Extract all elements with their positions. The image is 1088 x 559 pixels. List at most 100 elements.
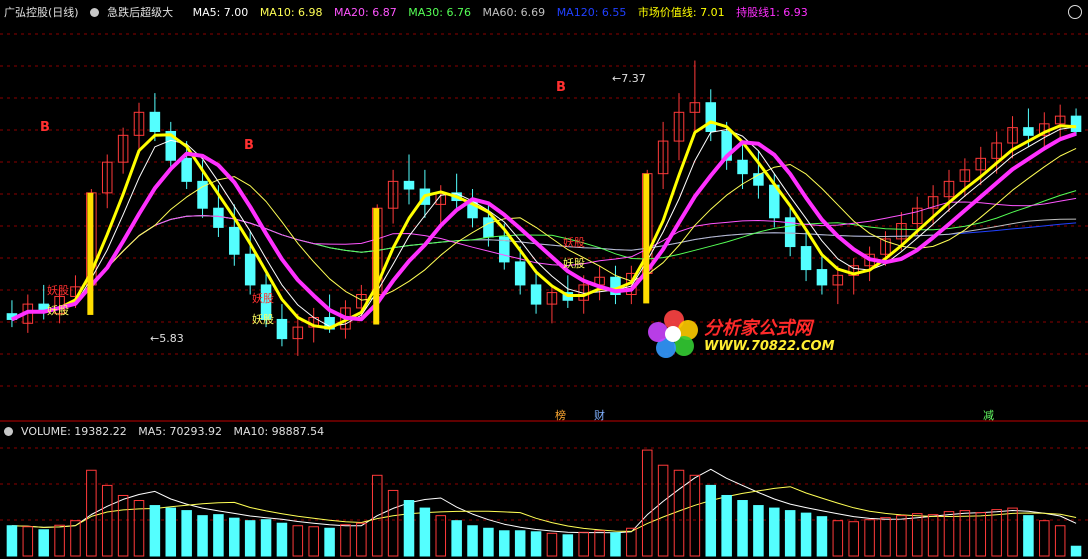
settings-circle-icon[interactable]	[90, 8, 100, 17]
high-price-value: 7.37	[621, 72, 646, 85]
signal-label-red-2: 妖股	[252, 292, 274, 305]
volume-bar	[657, 464, 669, 557]
hold-line-curve	[11, 131, 1077, 322]
volume-bar	[229, 517, 240, 557]
volume-bar	[340, 524, 351, 557]
volume-bar	[562, 534, 574, 557]
volume-bar	[324, 527, 335, 557]
signal-label-red-1: 妖股	[47, 284, 69, 297]
low-price-value: 5.83	[159, 332, 184, 345]
watermark-url: WWW.70822.COM	[704, 339, 835, 354]
signal-bar	[373, 208, 380, 325]
signal-bar	[87, 192, 94, 315]
volume-bar	[22, 526, 34, 557]
volume-bar	[880, 517, 891, 557]
volume-bar	[165, 507, 177, 557]
ma20-value: MA20: 6.87	[334, 6, 397, 19]
volume-bar	[1007, 507, 1018, 557]
volume-bar	[1054, 525, 1066, 557]
watermark-title: 分析家公式网	[704, 318, 812, 339]
candle-down	[181, 157, 192, 182]
candle-down	[213, 207, 224, 228]
volume-bar	[149, 505, 161, 557]
volume-bar	[514, 530, 526, 557]
candle-down	[149, 111, 161, 132]
volume-bar	[403, 500, 415, 557]
volume-bar	[6, 525, 18, 557]
candle-down	[530, 284, 542, 305]
volume-settings-icon[interactable]	[4, 427, 13, 436]
volume-value: VOLUME: 19382.22	[21, 425, 127, 438]
candle-down	[483, 217, 494, 238]
volume-bar	[610, 532, 621, 557]
volume-bars	[6, 449, 1082, 557]
volume-bar	[753, 505, 764, 557]
volume-bar	[896, 515, 907, 557]
volume-bar	[848, 521, 859, 557]
candle-down	[800, 246, 812, 271]
volume-bar	[578, 531, 589, 557]
volume-bar	[197, 515, 208, 557]
buy-signal-1: B	[40, 120, 50, 135]
volume-bar	[816, 516, 828, 557]
volume-bar	[387, 489, 399, 557]
ma60-value: MA60: 6.69	[482, 6, 546, 19]
candle-down	[276, 318, 288, 340]
low-price-label: ←5.83	[150, 332, 184, 345]
chart-header: 广弘控股(日线) 急跌后超级大 MA5: 7.00 MA10: 6.98 MA2…	[4, 5, 816, 21]
signal-label-yellow-1: 妖股	[47, 304, 69, 317]
volume-bar	[641, 449, 653, 557]
candlesticks	[6, 60, 1082, 356]
volume-bar	[673, 469, 685, 557]
ma10-line	[11, 147, 1077, 320]
marker-cai: 财	[594, 409, 605, 422]
candle-down	[403, 180, 415, 190]
volume-bar	[594, 530, 605, 557]
volume-bar	[181, 510, 192, 557]
candle-down	[244, 253, 256, 286]
ma120-value: MA120: 6.55	[556, 6, 627, 19]
volume-bar	[991, 509, 1002, 557]
indicator-name[interactable]: 急跌后超级大	[90, 6, 181, 19]
volume-bar	[769, 507, 780, 557]
candle-down	[1070, 115, 1082, 132]
volume-bar	[54, 524, 65, 557]
candle-down	[816, 269, 828, 286]
volume-bar	[975, 512, 987, 557]
candle-down	[737, 159, 748, 175]
ma20-line	[11, 197, 1077, 320]
volume-bar	[308, 526, 319, 557]
volume-bar	[689, 474, 701, 557]
ma5-value: MA5: 7.00	[192, 6, 249, 19]
volume-bar	[737, 500, 748, 557]
signal-label-red-3: 妖股	[563, 236, 585, 249]
stock-title[interactable]: 广弘控股(日线)	[4, 6, 79, 19]
volume-bar	[467, 525, 478, 557]
volume-bar	[244, 520, 256, 557]
volume-bar	[1039, 520, 1050, 557]
volume-bar	[959, 510, 971, 557]
volume-bar	[276, 522, 288, 557]
volume-bar	[864, 519, 875, 557]
volume-bar	[927, 514, 939, 557]
volume-ma5: MA5: 70293.92	[138, 425, 222, 438]
volume-bar	[1070, 545, 1082, 557]
ma30-value: MA30: 6.76	[408, 6, 471, 19]
watermark: 分析家公式网 WWW.70822.COM	[646, 306, 846, 366]
moving-average-lines	[11, 120, 1077, 534]
candle-down	[753, 173, 764, 186]
volume-bar	[101, 484, 113, 557]
volume-bar	[832, 520, 844, 557]
volume-bar	[530, 531, 542, 557]
volume-ma10: MA10: 98887.54	[233, 425, 325, 438]
high-price-label: ←7.37	[612, 72, 646, 85]
chart-canvas	[0, 33, 1088, 557]
volume-bar	[260, 519, 272, 557]
signal-label-yellow-3: 妖股	[563, 257, 585, 270]
volume-bar	[356, 522, 367, 557]
buy-signal-3: B	[556, 80, 566, 95]
close-circle-icon[interactable]	[1068, 5, 1082, 19]
volume-bar	[784, 510, 796, 557]
volume-bar	[483, 527, 494, 557]
volume-bar	[800, 512, 812, 557]
